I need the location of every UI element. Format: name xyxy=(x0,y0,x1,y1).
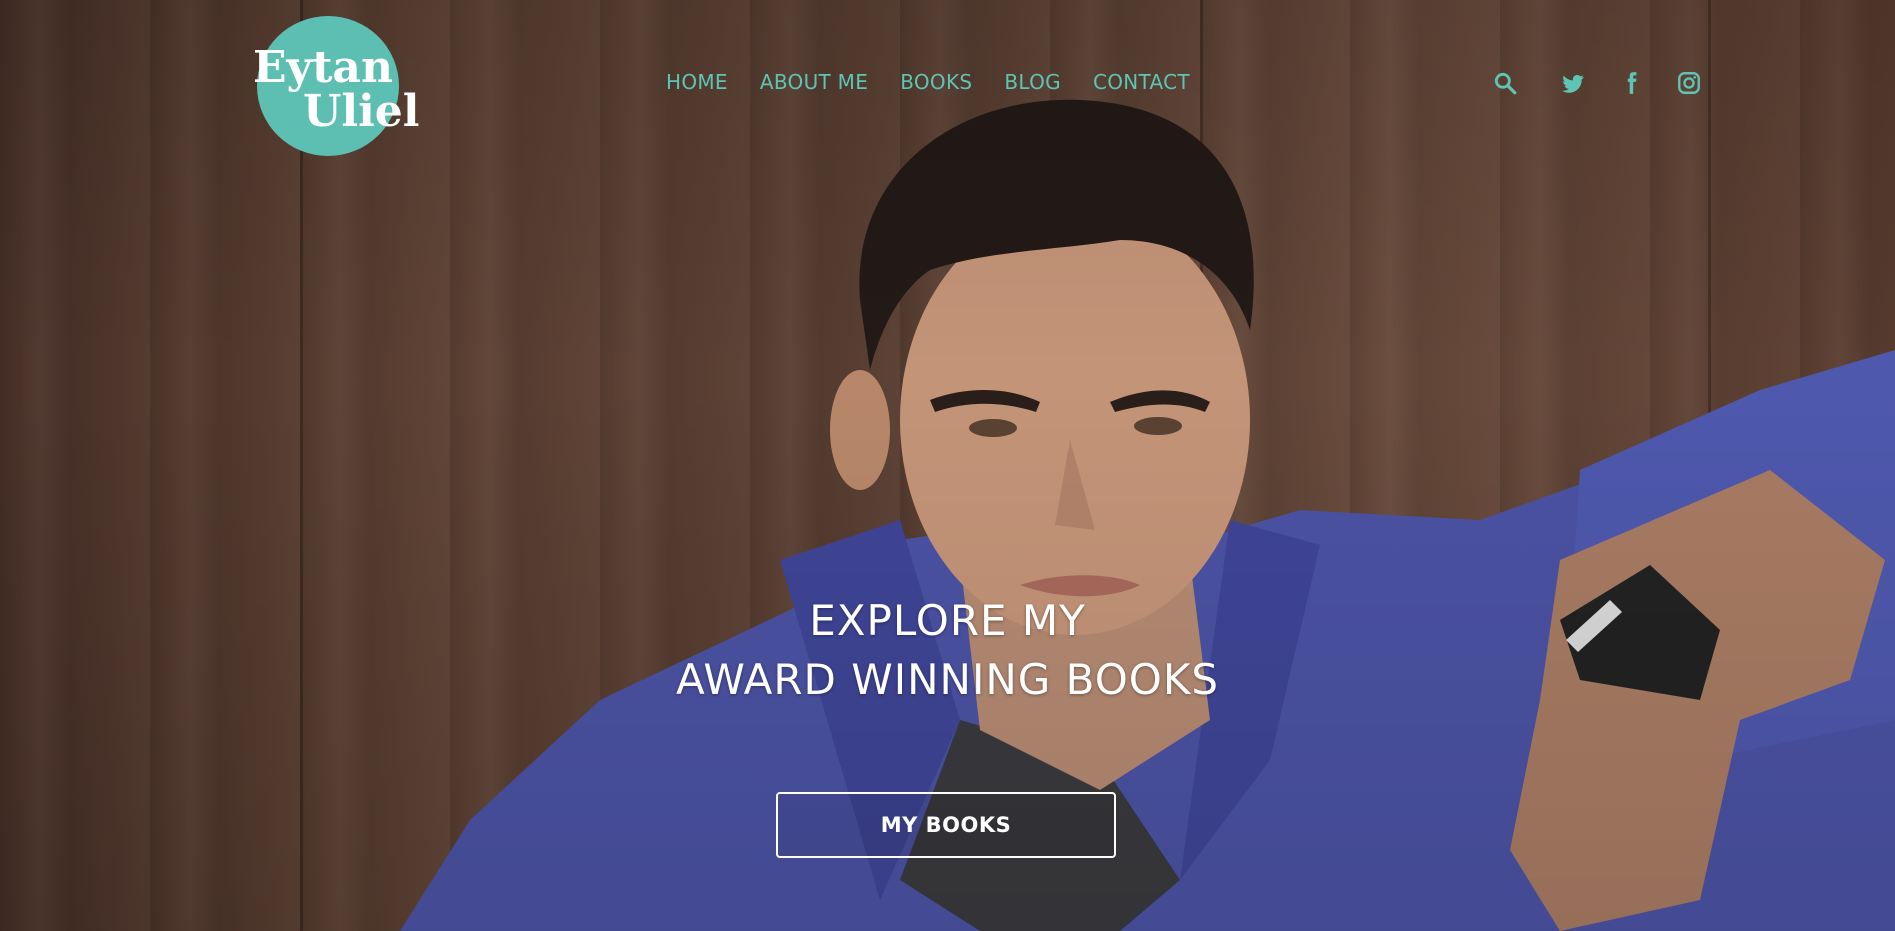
nav-item-home[interactable]: HOME xyxy=(666,70,728,94)
search-icon[interactable] xyxy=(1492,70,1518,96)
hero-headline-line1: EXPLORE MY xyxy=(809,596,1086,645)
logo-text-line2: Uliel xyxy=(303,86,420,137)
nav-item-blog[interactable]: BLOG xyxy=(1004,70,1061,94)
nav-item-books[interactable]: BOOKS xyxy=(900,70,972,94)
hero-section: Eytan Uliel HOME ABOUT ME BOOKS BLOG CON… xyxy=(0,0,1895,931)
nav-item-contact[interactable]: CONTACT xyxy=(1093,70,1190,94)
twitter-icon[interactable] xyxy=(1560,70,1586,96)
nav-item-about-me[interactable]: ABOUT ME xyxy=(760,70,868,94)
site-logo[interactable]: Eytan Uliel xyxy=(253,14,420,158)
main-nav: HOME ABOUT ME BOOKS BLOG CONTACT xyxy=(666,70,1190,94)
hero-headline-line2: AWARD WINNING BOOKS xyxy=(675,655,1220,704)
facebook-icon[interactable] xyxy=(1618,70,1644,96)
my-books-button[interactable]: MY BOOKS xyxy=(776,792,1116,858)
instagram-icon[interactable] xyxy=(1676,70,1702,96)
